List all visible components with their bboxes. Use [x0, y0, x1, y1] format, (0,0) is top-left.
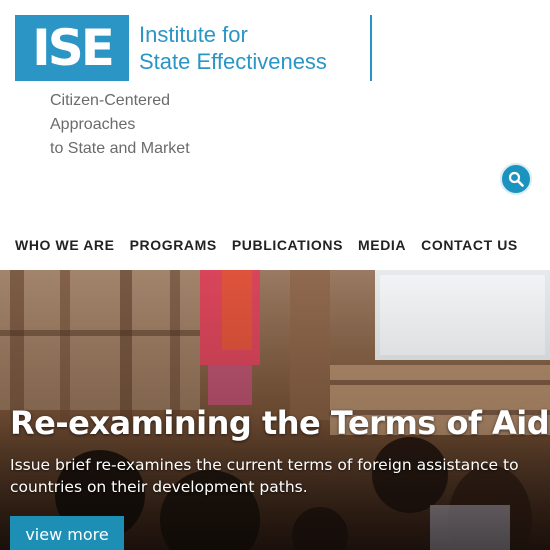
- logo-name-line2: State Effectiveness: [139, 49, 327, 74]
- header-divider: [370, 15, 372, 81]
- site-logo[interactable]: ISE Institute for State Effectiveness: [15, 15, 359, 81]
- nav-item-programs[interactable]: PROGRAMS: [130, 237, 217, 253]
- tagline-line3: to State and Market: [50, 140, 190, 157]
- nav-item-contact-us[interactable]: CONTACT US: [421, 237, 518, 253]
- search-icon: [508, 171, 524, 187]
- hero-title[interactable]: Re-examining the Terms of Aid: [10, 404, 550, 442]
- site-tagline: Citizen-Centered Approaches to State and…: [50, 89, 190, 161]
- tagline-line2: Approaches: [50, 116, 136, 133]
- hero-description: Issue brief re-examines the current term…: [10, 456, 519, 496]
- view-more-button[interactable]: view more: [10, 516, 124, 550]
- nav-item-publications[interactable]: PUBLICATIONS: [232, 237, 343, 253]
- search-button[interactable]: [500, 163, 532, 195]
- nav-item-media[interactable]: MEDIA: [358, 237, 406, 253]
- hero-banner: Re-examining the Terms of Aid Issue brie…: [0, 270, 550, 550]
- nav-item-who-we-are[interactable]: WHO WE ARE: [15, 237, 115, 253]
- main-nav: WHO WE ARE PROGRAMS PUBLICATIONS MEDIA C…: [15, 237, 533, 253]
- logo-mark: ISE: [15, 15, 129, 81]
- tagline-line1: Citizen-Centered: [50, 92, 171, 109]
- logo-wordmark: Institute for State Effectiveness: [139, 15, 359, 81]
- logo-name-line1: Institute for: [139, 22, 248, 47]
